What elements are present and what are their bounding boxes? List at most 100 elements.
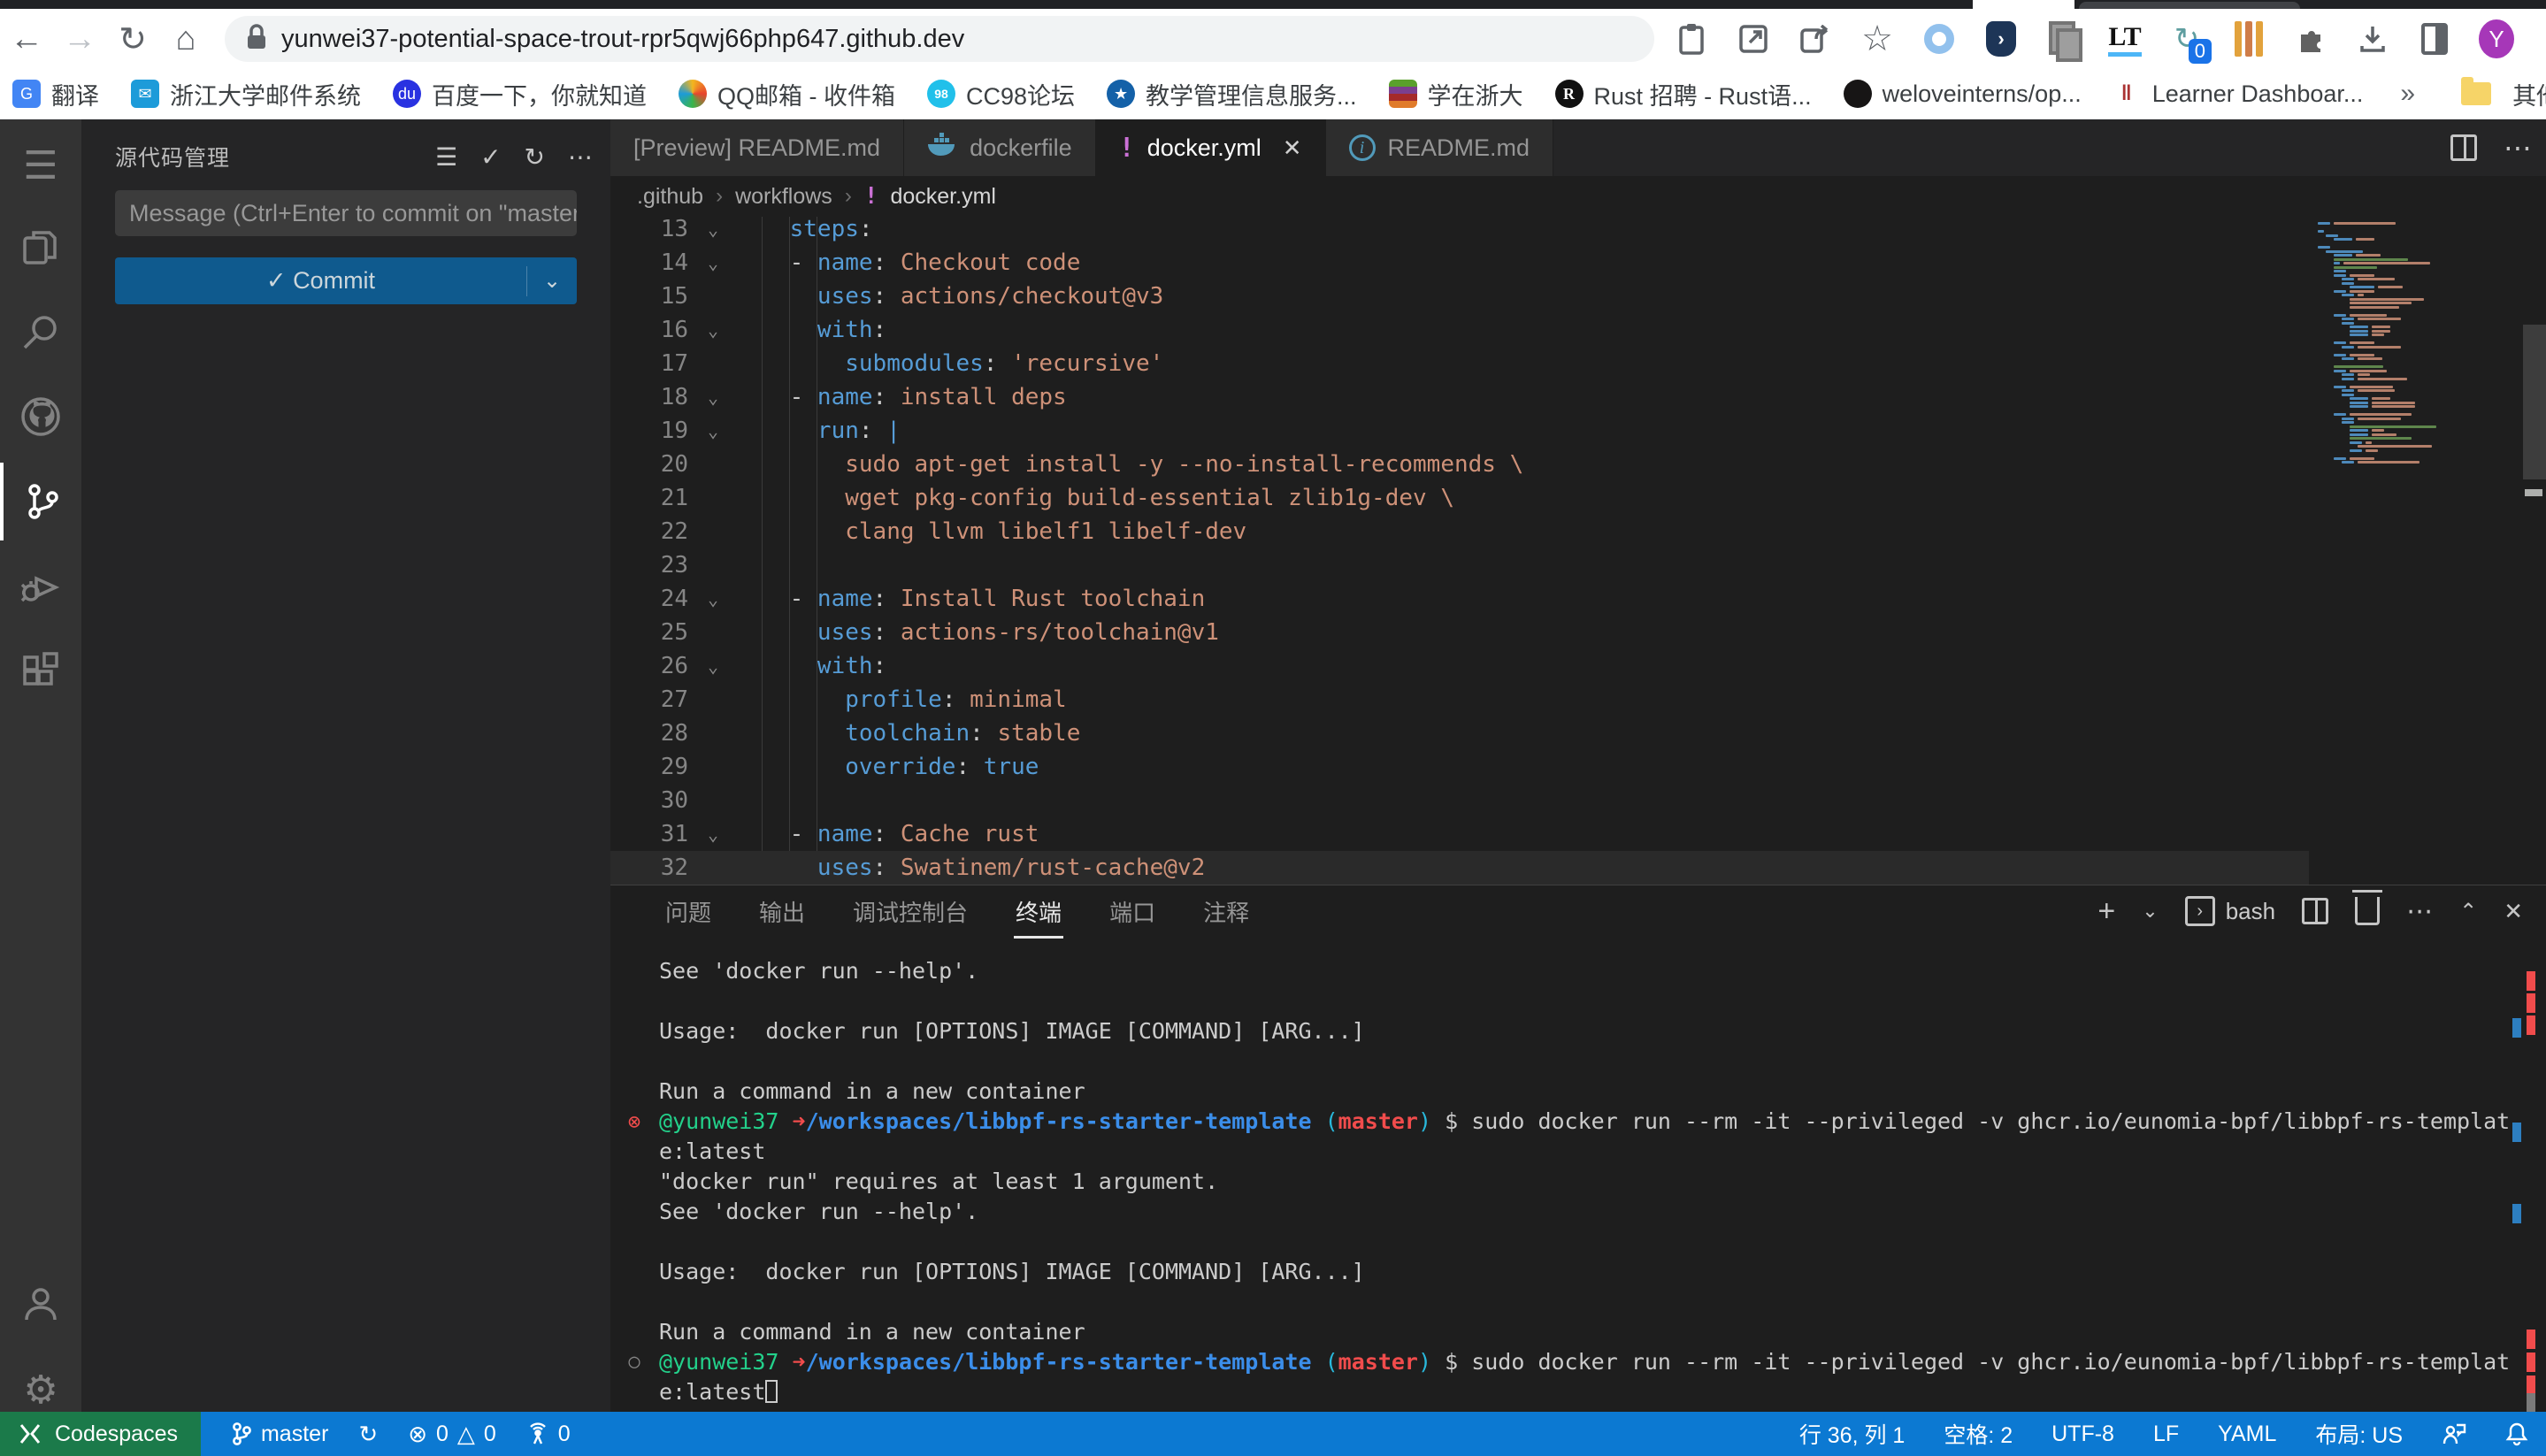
panel-tab-终端[interactable]: 终端	[1014, 890, 1063, 933]
feedback-icon[interactable]	[2442, 1422, 2466, 1446]
fold-chevron-icon[interactable]: ⌄	[695, 582, 731, 616]
other-bookmarks[interactable]: 其他书签	[2461, 77, 2546, 111]
panel-tab-输出[interactable]: 输出	[757, 890, 807, 933]
back-button[interactable]: ←	[0, 20, 53, 58]
bookmark-item[interactable]: G翻译	[12, 77, 99, 111]
split-terminal-icon[interactable]	[2302, 898, 2328, 924]
bookmark-star-icon[interactable]: ☆	[1860, 21, 1895, 57]
fold-chevron-icon[interactable]: ⌄	[695, 246, 731, 280]
panel-more-actions-icon[interactable]: ⋯	[2406, 896, 2433, 927]
breadcrumb[interactable]: .github› workflows› ! docker.yml	[610, 176, 2546, 217]
bookmarks-overflow-chevron[interactable]: »	[2400, 79, 2415, 109]
language-mode[interactable]: YAML	[2218, 1422, 2276, 1447]
code-line[interactable]: 26⌄ with:	[610, 649, 2309, 683]
account-icon[interactable]	[0, 1265, 81, 1343]
extensions-puzzle-icon[interactable]	[2293, 21, 2328, 57]
tab-preview-readme[interactable]: [Preview] README.md	[610, 119, 904, 176]
panel-tab-端口[interactable]: 端口	[1108, 890, 1157, 933]
code-line[interactable]: 24⌄ - name: Install Rust toolchain	[610, 582, 2309, 616]
code-line[interactable]: 23	[610, 548, 2309, 582]
editor-more-actions-icon[interactable]: ⋯	[2504, 131, 2532, 165]
bookmark-item[interactable]: 学在浙大	[1389, 77, 1523, 111]
commit-message-input[interactable]: Message (Ctrl+Enter to commit on "master…	[115, 190, 577, 236]
scrollbar-slider[interactable]	[2523, 325, 2546, 479]
minimap[interactable]	[2309, 217, 2523, 885]
cursor-position[interactable]: 行 36, 列 1	[1799, 1418, 1906, 1450]
explorer-icon[interactable]	[0, 208, 81, 286]
profile-avatar[interactable]: Y	[2479, 21, 2514, 57]
fold-chevron-icon[interactable]: ⌄	[695, 414, 731, 448]
code-line[interactable]: 20 sudo apt-get install -y --no-install-…	[610, 448, 2309, 481]
code-editor[interactable]: 13⌄ steps:14⌄ - name: Checkout code15 us…	[610, 217, 2546, 885]
code-line[interactable]: 25 uses: actions-rs/toolchain@v1	[610, 616, 2309, 649]
keyboard-layout[interactable]: 布局: US	[2315, 1418, 2403, 1450]
extension-shield-icon[interactable]: ›	[1983, 21, 2019, 57]
encoding[interactable]: UTF-8	[2051, 1422, 2114, 1447]
tab-readme[interactable]: i README.md	[1326, 119, 1554, 176]
sync-indicator[interactable]: ↻	[358, 1421, 378, 1448]
languagetool-icon[interactable]: LT	[2107, 21, 2143, 57]
fold-chevron-icon[interactable]: ⌄	[695, 380, 731, 414]
code-line[interactable]: 28 toolchain: stable	[610, 717, 2309, 750]
code-line[interactable]: 18⌄ - name: install deps	[610, 380, 2309, 414]
new-terminal-icon[interactable]: +	[2097, 894, 2115, 929]
editor-scrollbar[interactable]	[2523, 217, 2546, 885]
code-line[interactable]: 30	[610, 784, 2309, 817]
terminal-output[interactable]: See 'docker run --help'.Usage: docker ru…	[659, 956, 2510, 1407]
bookmark-item[interactable]: ‖Learner Dashboar...	[2113, 80, 2364, 108]
terminal-instance[interactable]: › bash	[2185, 896, 2275, 926]
fold-chevron-icon[interactable]: ⌄	[695, 817, 731, 851]
side-panel-icon[interactable]	[2417, 21, 2452, 57]
fold-chevron-icon[interactable]: ⌄	[695, 313, 731, 347]
problems-indicator[interactable]: ⊗0 △0	[408, 1421, 496, 1448]
code-line[interactable]: 21 wget pkg-config build-essential zlib1…	[610, 481, 2309, 515]
code-line[interactable]: 13⌄ steps:	[610, 217, 2309, 246]
bookmark-item[interactable]: 98CC98论坛	[927, 77, 1075, 111]
tab-dockerfile[interactable]: dockerfile	[904, 119, 1096, 176]
clipboard-icon[interactable]	[1674, 21, 1709, 57]
code-line[interactable]: 15 uses: actions/checkout@v3	[610, 280, 2309, 313]
close-panel-icon[interactable]: ✕	[2504, 898, 2523, 925]
code-line[interactable]: 29 override: true	[610, 750, 2309, 784]
panel-tab-注释[interactable]: 注释	[1201, 890, 1251, 933]
tab-docker-yml[interactable]: ! docker.yml ✕	[1096, 119, 1326, 176]
branch-indicator[interactable]: master	[231, 1422, 328, 1447]
fold-chevron-icon[interactable]: ⌄	[695, 649, 731, 683]
code-line[interactable]: 16⌄ with:	[610, 313, 2309, 347]
close-tab-icon[interactable]: ✕	[1283, 134, 1302, 162]
eol[interactable]: LF	[2153, 1422, 2179, 1447]
code-line[interactable]: 17 submodules: 'recursive'	[610, 347, 2309, 380]
notifications-bell-icon[interactable]	[2505, 1422, 2528, 1446]
fold-chevron-icon[interactable]: ⌄	[695, 217, 731, 246]
view-as-list-icon[interactable]: ☰	[435, 142, 457, 172]
refresh-icon[interactable]: ↻	[525, 142, 545, 172]
bookmark-item[interactable]: du百度一下，你就知道	[393, 77, 647, 111]
code-line[interactable]: 19⌄ run: |	[610, 414, 2309, 448]
bookmark-item[interactable]: ✉浙江大学邮件系统	[131, 77, 361, 111]
terminal-dropdown-chevron[interactable]: ⌄	[2142, 900, 2158, 923]
menu-kebab-icon[interactable]: ⋮	[2541, 21, 2546, 57]
menu-hamburger-icon[interactable]: ☰	[0, 126, 81, 204]
maximize-panel-icon[interactable]: ⌃	[2459, 899, 2477, 924]
code-line[interactable]: 14⌄ - name: Checkout code	[610, 246, 2309, 280]
code-line[interactable]: 22 clang llvm libelf1 libelf-dev	[610, 515, 2309, 548]
split-editor-icon[interactable]	[2450, 134, 2477, 161]
remote-indicator[interactable]: Codespaces	[0, 1412, 201, 1456]
code-line[interactable]: 27 profile: minimal	[610, 683, 2309, 717]
github-icon[interactable]	[0, 378, 81, 456]
source-control-icon[interactable]	[0, 463, 81, 540]
extension-columns-icon[interactable]	[2231, 21, 2266, 57]
reload-button[interactable]: ↻	[106, 19, 159, 59]
code-line[interactable]: 32 uses: Swatinem/rust-cache@v2	[610, 851, 2309, 885]
search-icon[interactable]	[0, 293, 81, 371]
bookmark-item[interactable]: ★教学管理信息服务...	[1107, 77, 1357, 111]
address-bar[interactable]: yunwei37-potential-space-trout-rpr5qwj66…	[225, 16, 1654, 62]
downloads-icon[interactable]	[2355, 21, 2390, 57]
extensions-icon[interactable]	[0, 632, 81, 710]
panel-tab-问题[interactable]: 问题	[663, 890, 713, 933]
extension-ring-icon[interactable]	[1921, 21, 1957, 57]
extension-sync-icon[interactable]: ↻0	[2169, 21, 2205, 57]
code-line[interactable]: 31⌄ - name: Cache rust	[610, 817, 2309, 851]
more-actions-icon[interactable]: ⋯	[568, 142, 593, 172]
ports-indicator[interactable]: 0	[526, 1422, 571, 1447]
